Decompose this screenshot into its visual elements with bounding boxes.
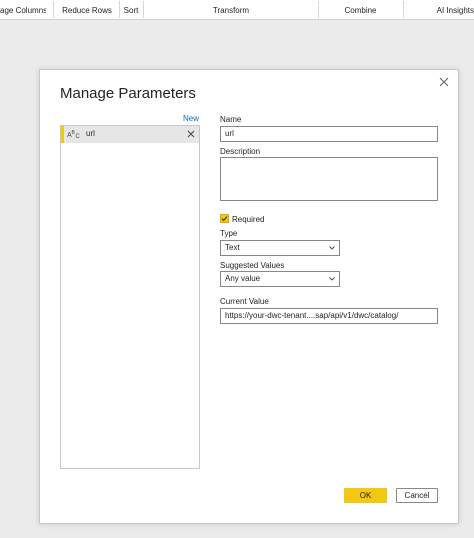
cancel-button[interactable]: Cancel — [396, 488, 438, 503]
description-field[interactable] — [220, 157, 438, 201]
ribbon-group-reduce-rows: Reduce Rows — [62, 6, 112, 15]
type-select[interactable]: Text — [220, 240, 340, 256]
ok-button[interactable]: OK — [344, 488, 387, 503]
suggested-values-label: Suggested Values — [220, 261, 285, 270]
dialog-title: Manage Parameters — [60, 85, 196, 102]
delete-parameter-icon[interactable] — [187, 130, 195, 138]
close-icon[interactable] — [437, 75, 451, 89]
ribbon-separator — [53, 1, 54, 18]
current-value-field[interactable]: https://your-dwc-tenant....sap/api/v1/dw… — [220, 308, 438, 324]
ribbon-group-transform: Transform — [212, 6, 250, 15]
suggested-values-value: Any value — [225, 274, 261, 283]
name-label: Name — [220, 115, 242, 124]
current-value-label: Current Value — [220, 297, 269, 306]
svg-text:C: C — [76, 134, 81, 139]
description-label: Description — [220, 147, 261, 156]
manage-parameters-dialog: Manage Parameters New A B C url Name url… — [39, 69, 459, 524]
ribbon-group-ai-insights: AI Insights — [436, 6, 474, 15]
ribbon-group-bar: age Columns Reduce Rows Sort Transform C… — [0, 0, 474, 20]
parameter-list: A B C url — [60, 125, 200, 469]
new-parameter-link[interactable]: New — [183, 114, 199, 123]
parameter-name: url — [86, 129, 95, 138]
required-label: Required — [232, 215, 265, 224]
checkmark-icon — [221, 216, 228, 222]
text-type-icon: A B C — [67, 130, 81, 139]
type-select-value: Text — [225, 243, 240, 252]
required-checkbox[interactable] — [220, 214, 229, 223]
parameter-list-item[interactable]: A B C url — [61, 126, 199, 143]
name-field[interactable]: url — [220, 126, 438, 142]
ribbon-group-manage-columns: age Columns — [0, 6, 46, 15]
chevron-down-icon — [329, 277, 335, 281]
ribbon-group-sort: Sort — [123, 6, 139, 15]
type-label: Type — [220, 229, 238, 238]
suggested-values-select[interactable]: Any value — [220, 271, 340, 287]
chevron-down-icon — [329, 246, 335, 250]
ribbon-group-combine: Combine — [344, 6, 377, 15]
